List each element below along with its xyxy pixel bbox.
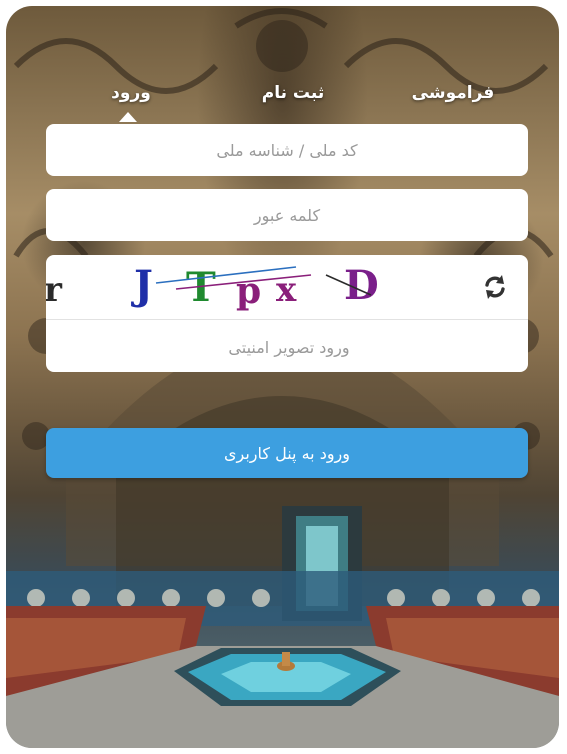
login-screen: ورود ثبت نام فراموشی rJTpxD ورود به پنل …: [6, 6, 559, 748]
tab-forgot-password[interactable]: فراموشی: [398, 76, 508, 110]
login-submit-button[interactable]: ورود به پنل کاربری: [46, 428, 528, 478]
auth-tabs: ورود ثبت نام فراموشی: [6, 76, 559, 122]
refresh-icon[interactable]: [480, 272, 510, 302]
tab-login[interactable]: ورود: [86, 76, 176, 110]
captcha-box: rJTpxD: [46, 255, 528, 372]
tab-register[interactable]: ثبت نام: [238, 76, 348, 110]
captcha-input[interactable]: [46, 321, 528, 372]
active-tab-indicator: [119, 112, 137, 122]
captcha-divider: [46, 319, 528, 320]
captcha-char: J: [131, 262, 153, 309]
password-input[interactable]: [46, 189, 528, 241]
captcha-image: rJTpxD: [46, 262, 379, 312]
captcha-noise-line: [155, 266, 297, 284]
captcha-char: r: [46, 270, 63, 310]
captcha-char: p: [236, 270, 261, 312]
background-bathhouse-image: [6, 8, 559, 748]
national-id-input[interactable]: [46, 124, 528, 176]
